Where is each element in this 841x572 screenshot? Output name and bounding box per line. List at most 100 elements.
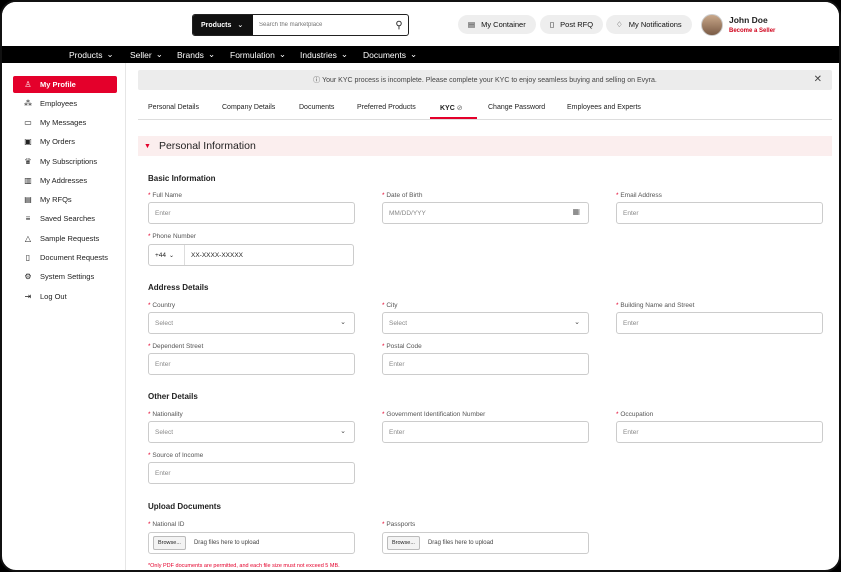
country-select[interactable]: Select ⌄ bbox=[148, 312, 355, 334]
address-details-heading: Address Details bbox=[148, 283, 209, 292]
label-text: Occupation bbox=[620, 411, 654, 418]
postal-code-field[interactable]: Enter bbox=[382, 353, 589, 375]
full-name-label: * Full Name bbox=[148, 192, 182, 199]
other-details-heading: Other Details bbox=[148, 392, 198, 401]
sidebar-item-log-out[interactable]: ⇥ Log Out bbox=[13, 288, 117, 305]
city-label: * City bbox=[382, 302, 398, 309]
dropzone-text: Drag files here to upload bbox=[193, 540, 260, 546]
my-container-button[interactable]: ▤ My Container bbox=[458, 15, 536, 34]
nav-label: Formulation bbox=[230, 49, 275, 60]
search-icon[interactable]: ⚲ bbox=[390, 20, 408, 31]
national-id-label: * National ID bbox=[148, 521, 185, 528]
sidebar-item-orders[interactable]: ▣ My Orders bbox=[13, 133, 117, 150]
post-rfq-label: Post RFQ bbox=[560, 20, 594, 29]
nav-industries[interactable]: Industries ⌄ bbox=[300, 49, 348, 60]
city-select[interactable]: Select ⌄ bbox=[382, 312, 589, 334]
dependent-street-field[interactable]: Enter bbox=[148, 353, 355, 375]
browse-button[interactable]: Browse... bbox=[387, 536, 420, 550]
label-text: Date of Birth bbox=[386, 192, 423, 199]
tab-personal-details[interactable]: Personal Details bbox=[148, 104, 199, 111]
label-text: National ID bbox=[152, 521, 185, 528]
kyc-banner: ⓘ Your KYC process is incomplete. Please… bbox=[138, 70, 832, 90]
phone-field[interactable]: +44 ⌄ XX-XXXX-XXXXX bbox=[148, 244, 354, 266]
country-code: +44 bbox=[155, 251, 167, 259]
sidebar-item-messages[interactable]: ▭ My Messages bbox=[13, 114, 117, 131]
tab-preferred-products[interactable]: Preferred Products bbox=[357, 104, 416, 111]
sidebar-item-addresses[interactable]: ▥ My Addresses bbox=[13, 172, 117, 189]
income-field[interactable]: Enter bbox=[148, 462, 355, 484]
building-field[interactable]: Enter bbox=[616, 312, 823, 334]
label-text: City bbox=[386, 302, 398, 309]
passports-dropzone[interactable]: Browse... Drag files here to upload bbox=[382, 532, 589, 554]
dob-field[interactable]: MM/DD/YYY ▦ bbox=[382, 202, 589, 224]
rfq-icon: ▤ bbox=[24, 195, 32, 204]
user-name[interactable]: John Doe bbox=[729, 15, 768, 25]
search-input[interactable] bbox=[253, 22, 390, 28]
email-label: * Email Address bbox=[616, 192, 662, 199]
nav-label: Industries bbox=[300, 49, 337, 60]
tab-employees-experts[interactable]: Employees and Experts bbox=[567, 104, 641, 111]
postal-code-label: * Postal Code bbox=[382, 343, 422, 350]
chevron-down-icon: ⌄ bbox=[410, 49, 418, 59]
nationality-select[interactable]: Select ⌄ bbox=[148, 421, 355, 443]
tab-change-password[interactable]: Change Password bbox=[488, 104, 545, 111]
country-label: * Country bbox=[148, 302, 176, 309]
notifications-button[interactable]: ♢ My Notifications bbox=[606, 15, 692, 34]
truck-icon: ▣ bbox=[24, 137, 32, 146]
sidebar-item-employees[interactable]: ⁂ Employees bbox=[13, 95, 117, 112]
nav-label: Brands bbox=[177, 49, 204, 60]
email-field[interactable]: Enter bbox=[616, 202, 823, 224]
sidebar-item-document-requests[interactable]: ▯ Document Requests bbox=[13, 249, 117, 266]
check-circle-icon: ⊘ bbox=[456, 105, 463, 112]
gov-id-field[interactable]: Enter bbox=[382, 421, 589, 443]
sidebar-item-my-profile[interactable]: ♙ My Profile bbox=[13, 76, 117, 93]
sidebar-item-label: My RFQs bbox=[40, 195, 72, 204]
dropzone-text: Drag files here to upload bbox=[427, 540, 494, 546]
sidebar-item-rfqs[interactable]: ▤ My RFQs bbox=[13, 191, 117, 208]
country-code-select[interactable]: +44 ⌄ bbox=[149, 245, 185, 265]
nav-brands[interactable]: Brands ⌄ bbox=[177, 49, 215, 60]
sidebar-item-sample-requests[interactable]: △ Sample Requests bbox=[13, 230, 117, 247]
post-rfq-button[interactable]: ▯ Post RFQ bbox=[540, 15, 604, 34]
tab-documents[interactable]: Documents bbox=[299, 104, 334, 111]
passports-label: * Passports bbox=[382, 521, 416, 528]
nav-formulation[interactable]: Formulation ⌄ bbox=[230, 49, 286, 60]
calendar-icon[interactable]: ▦ bbox=[572, 207, 580, 216]
nav-documents[interactable]: Documents ⌄ bbox=[363, 49, 417, 60]
tab-kyc[interactable]: KYC ⊘ bbox=[440, 104, 463, 112]
label-text: Dependent Street bbox=[152, 343, 204, 350]
section-title: Personal Information bbox=[158, 140, 256, 152]
placeholder: Enter bbox=[623, 209, 639, 217]
sidebar-item-subscriptions[interactable]: ♛ My Subscriptions bbox=[13, 153, 117, 170]
sidebar-item-system-settings[interactable]: ⚙ System Settings bbox=[13, 268, 117, 285]
flask-icon: △ bbox=[24, 234, 32, 243]
sidebar-item-label: Document Requests bbox=[40, 253, 108, 262]
avatar[interactable] bbox=[701, 14, 723, 36]
chevron-down-icon: ⌄ bbox=[278, 49, 287, 59]
become-seller-link[interactable]: Become a Seller bbox=[729, 28, 775, 34]
dependent-street-label: * Dependent Street bbox=[148, 343, 204, 350]
close-icon[interactable]: ✕ bbox=[814, 74, 822, 85]
saved-search-icon: ≡ bbox=[25, 214, 31, 223]
sidebar-item-saved-searches[interactable]: ≡ Saved Searches bbox=[13, 210, 117, 227]
nav-seller[interactable]: Seller ⌄ bbox=[130, 49, 163, 60]
national-id-dropzone[interactable]: Browse... Drag files here to upload bbox=[148, 532, 355, 554]
full-name-field[interactable]: Enter bbox=[148, 202, 355, 224]
occupation-field[interactable]: Enter bbox=[616, 421, 823, 443]
sidebar-item-label: My Subscriptions bbox=[40, 157, 98, 166]
placeholder: Enter bbox=[155, 469, 171, 477]
browse-button[interactable]: Browse... bbox=[153, 536, 186, 550]
nav-products[interactable]: Products ⌄ bbox=[69, 49, 114, 60]
placeholder: Select bbox=[155, 319, 174, 327]
personal-information-header[interactable]: ▼ Personal Information bbox=[138, 136, 832, 156]
tab-company-details[interactable]: Company Details bbox=[222, 104, 275, 111]
sidebar-item-label: My Orders bbox=[40, 137, 76, 146]
label-text: Building Name and Street bbox=[620, 302, 695, 309]
chevron-down-icon: ⌄ bbox=[340, 319, 346, 326]
chevron-down-icon: ⌄ bbox=[169, 252, 175, 259]
placeholder: Select bbox=[389, 319, 408, 327]
sidebar-item-label: My Profile bbox=[40, 80, 76, 89]
search-category-select[interactable]: Products ⌄ bbox=[193, 15, 253, 35]
gov-id-label: * Government Identification Number bbox=[382, 411, 486, 418]
map-icon: ▥ bbox=[24, 176, 32, 185]
